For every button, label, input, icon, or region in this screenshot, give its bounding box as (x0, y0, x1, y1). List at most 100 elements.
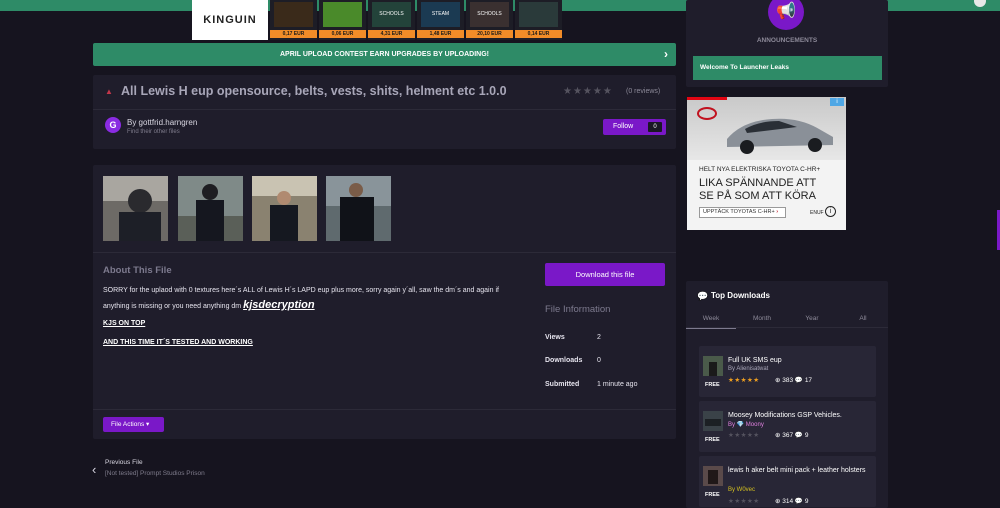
about-heading: About This File (103, 265, 172, 276)
follow-button[interactable]: Follow 0 (603, 119, 666, 135)
ad-red-strip (687, 97, 727, 100)
item-thumbnail (703, 356, 723, 376)
item-name: Full UK SMS eup (728, 357, 782, 364)
description-line-tested: AND THIS TIME IT´S TESTED AND WORKING (103, 339, 253, 346)
divider (93, 252, 676, 253)
top-downloads-panel: 💬 Top Downloads Week Month Year All FREE… (686, 281, 888, 508)
game-art: STEAM (421, 2, 460, 27)
list-item[interactable]: FREE Full UK SMS eup By Alienisatwat ★★★… (699, 346, 876, 397)
game-price: 1,48 EUR (417, 30, 464, 38)
game-price: 0,17 EUR (270, 30, 317, 38)
ad-banner[interactable]: KINGUIN 0,17 EUR 0,06 EUR SCHOOLS 4,31 EUR S… (192, 0, 578, 40)
download-icon-count: ⊕ 367 (775, 432, 794, 439)
chevron-right-icon: › (776, 209, 779, 215)
file-title: All Lewis H eup opensource, belts, vests… (121, 84, 507, 98)
game-art: SCHOOLS (372, 2, 411, 27)
download-button[interactable]: Download this file (545, 263, 665, 286)
announcement-item[interactable]: Welcome To Launcher Leaks (693, 56, 882, 80)
item-author: By W0vec (728, 487, 756, 493)
previous-file-name[interactable]: [Not tested] Prompt Studios Prison (105, 470, 205, 477)
megaphone-icon: 📢 (768, 0, 804, 30)
tab-year[interactable]: Year (787, 315, 837, 322)
contest-text: APRIL UPLOAD CONTEST EARN UPGRADES BY UP… (280, 51, 489, 58)
toyota-ad[interactable]: i HELT NYA ELEKTRISKA TOYOTA C-HR+ LIKA … (687, 97, 846, 230)
warning-icon: ▲ (105, 87, 113, 96)
description-line-kjs: KJS ON TOP (103, 320, 146, 327)
ad-info-icon[interactable]: i (830, 98, 844, 106)
item-rating-stars: ★★★★★ (728, 432, 760, 439)
upload-contest-banner[interactable]: APRIL UPLOAD CONTEST EARN UPGRADES BY UP… (93, 43, 676, 66)
banner-game-tile[interactable]: STEAM 1,48 EUR (417, 0, 464, 40)
screenshot-thumbnail[interactable] (103, 176, 168, 241)
chat-icon: 💬 (697, 291, 709, 301)
item-stats: ⊕ 367 💬 9 (775, 431, 808, 439)
info-label-views: Views (545, 334, 565, 341)
comment-icon-count: 💬 9 (794, 432, 809, 439)
tab-month[interactable]: Month (737, 315, 787, 322)
divider (93, 409, 676, 410)
game-art (519, 2, 558, 27)
ad-tagline-2: SE PÅ SOM ATT KÖRA (699, 190, 816, 202)
info-label-submitted: Submitted (545, 381, 580, 388)
screenshot-thumbnail[interactable] (326, 176, 391, 241)
rating-stars[interactable]: ★★★★★ (563, 86, 613, 97)
follow-count: 0 (648, 122, 662, 132)
list-item[interactable]: FREE Moosey Modifications GSP Vehicles. … (699, 401, 876, 452)
free-badge: FREE (705, 492, 720, 498)
divider (686, 327, 888, 328)
file-header: ▲ All Lewis H eup opensource, belts, ves… (93, 75, 676, 149)
announcements-panel: 📢 ANNOUNCEMENTS Welcome To Launcher Leak… (686, 0, 888, 87)
chevron-right-icon: › (664, 47, 668, 61)
ad-cta-button[interactable]: UPPTÄCK TOYOTAS C-HR+ › (699, 207, 786, 218)
comment-icon-count: 💬 9 (794, 498, 809, 505)
ad-headline: HELT NYA ELEKTRISKA TOYOTA C-HR+ (699, 166, 821, 173)
file-description: SORRY for the uplaod with 0 textures her… (103, 283, 523, 314)
file-actions-button[interactable]: File Actions ▾ (103, 417, 164, 432)
game-price: 20,10 EUR (466, 30, 513, 38)
file-info-heading: File Information (545, 304, 611, 315)
find-other-files-link[interactable]: Find their other files (127, 129, 180, 135)
screenshot-thumbnail[interactable] (178, 176, 243, 241)
download-icon-count: ⊕ 314 (775, 498, 794, 505)
ad-small-label: ENUF (810, 210, 824, 216)
kjsdecryption-link[interactable]: kjsdecryption (243, 299, 315, 311)
banner-game-tile[interactable]: 0,06 EUR (319, 0, 366, 40)
toyota-logo-icon (697, 107, 717, 120)
author-name[interactable]: By gottfrid.harngren (127, 118, 197, 127)
item-author: By 💎 Moony (728, 422, 764, 428)
game-art (274, 2, 313, 27)
avatar[interactable]: G (105, 117, 121, 133)
announcements-title: ANNOUNCEMENTS (756, 37, 818, 44)
comment-icon-count: 💬 17 (794, 377, 813, 384)
follow-label: Follow (613, 123, 634, 130)
list-item[interactable]: FREE lewis h aker belt mini pack + leath… (699, 456, 876, 507)
screenshot-thumbnail[interactable] (252, 176, 317, 241)
item-name: Moosey Modifications GSP Vehicles. (728, 412, 842, 419)
top-downloads-title: Top Downloads (711, 291, 770, 300)
banner-game-tile[interactable]: SCHOOLS 4,31 EUR (368, 0, 415, 40)
download-icon-count: ⊕ 383 (775, 377, 794, 384)
item-stats: ⊕ 383 💬 17 (775, 376, 812, 384)
info-value-submitted: 1 minute ago (597, 381, 638, 388)
banner-game-tile[interactable]: SCHOOLS 20,10 EUR (466, 0, 513, 40)
chevron-left-icon[interactable]: ‹ (92, 462, 96, 477)
close-icon[interactable] (974, 0, 986, 7)
previous-file-label[interactable]: Previous File (105, 459, 143, 466)
file-body: About This File SORRY for the uplaod wit… (93, 165, 676, 439)
banner-game-tile[interactable]: 0,14 EUR (515, 0, 562, 40)
game-art (323, 2, 362, 27)
item-thumbnail (703, 466, 723, 486)
banner-game-tile[interactable]: 0,17 EUR (270, 0, 317, 40)
ad-cta-label: UPPTÄCK TOYOTAS C-HR+ (703, 209, 775, 215)
tab-all[interactable]: All (838, 315, 888, 322)
item-rating-stars: ★★★★★ (728, 377, 760, 384)
free-badge: FREE (705, 437, 720, 443)
item-name: lewis h aker belt mini pack + leather ho… (728, 467, 866, 474)
game-price: 0,14 EUR (515, 30, 562, 38)
reviews-count[interactable]: (0 reviews) (626, 88, 660, 95)
info-value-downloads: 0 (597, 357, 601, 364)
game-price: 0,06 EUR (319, 30, 366, 38)
info-circle-icon[interactable]: i (825, 206, 836, 217)
ad-image: i (687, 97, 846, 160)
ad-tagline-1: LIKA SPÄNNANDE ATT (699, 177, 817, 189)
